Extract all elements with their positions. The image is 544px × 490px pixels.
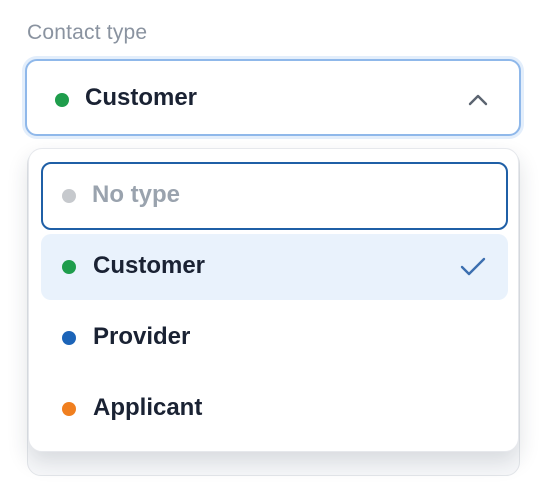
selected-type-value: Customer	[85, 84, 198, 111]
selected-type-dot-icon	[55, 93, 69, 107]
contact-type-dropdown-trigger[interactable]: Customer	[25, 59, 521, 136]
type-filter-input[interactable]	[92, 178, 472, 212]
provider-dot-icon	[62, 331, 76, 345]
option-label: Customer	[93, 252, 206, 279]
no-type-dot-icon	[62, 189, 76, 203]
chevron-up-icon[interactable]	[467, 91, 489, 107]
option-applicant[interactable]: Applicant	[41, 376, 508, 442]
checkmark-icon	[460, 257, 486, 276]
option-provider[interactable]: Provider	[41, 305, 508, 371]
applicant-dot-icon	[62, 402, 76, 416]
contact-type-dropdown-menu: Customer Provider Applicant	[28, 148, 519, 452]
option-label: Applicant	[93, 394, 203, 421]
option-customer[interactable]: Customer	[41, 234, 508, 300]
field-label: Contact type	[27, 21, 148, 44]
customer-dot-icon	[62, 260, 76, 274]
contact-type-select-widget: Contact type Customer Customer Provider …	[0, 0, 544, 490]
type-filter-field[interactable]	[41, 162, 508, 230]
option-label: Provider	[93, 323, 191, 350]
